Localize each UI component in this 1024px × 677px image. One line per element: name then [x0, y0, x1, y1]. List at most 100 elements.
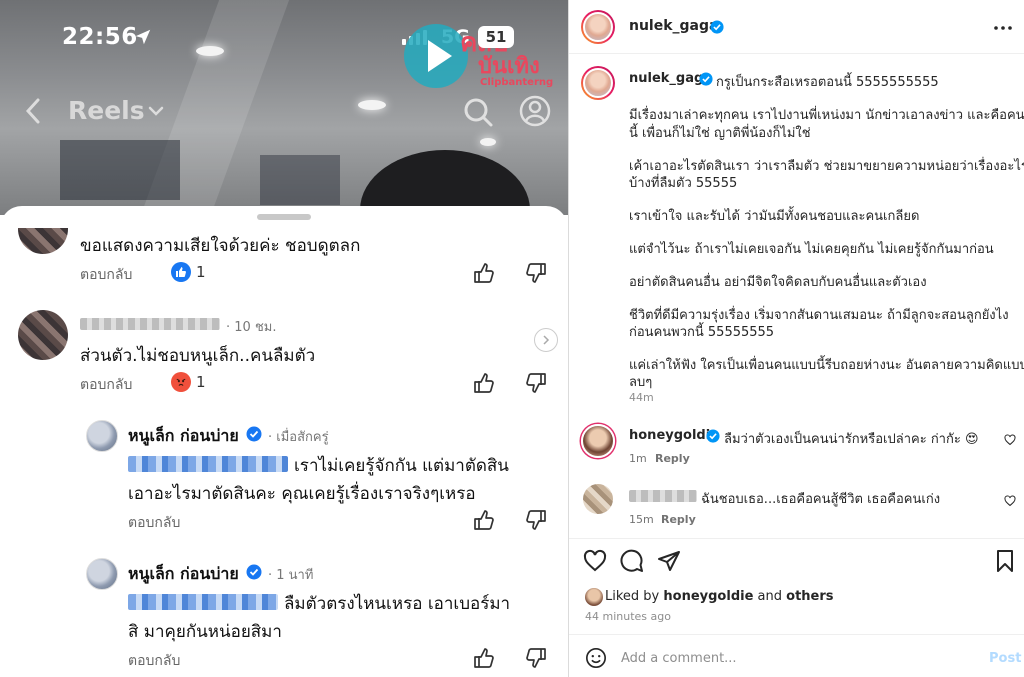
composer-divider: [569, 634, 1024, 635]
background-window: [60, 140, 180, 200]
reply-author[interactable]: หนูเล็ก ก่อนบ่าย: [128, 424, 239, 449]
commenter-avatar[interactable]: [583, 484, 613, 514]
reply-text-line: เอาอะไรมาตัดสินคะ คุณเคยรู้เรื่องเราจริง…: [128, 484, 476, 504]
liked-by-text: Liked by honeygoldie and others: [605, 589, 834, 604]
ceiling-light: [480, 138, 496, 146]
like-reaction-icon: [171, 262, 191, 282]
comment-text: ลืมว่าตัวเองเป็นคนน่ารักหรือเปล่าคะ ก่าก…: [724, 432, 979, 447]
reaction-count: 1: [196, 263, 206, 281]
comment-text: ขอแสดงความเสียใจด้วยค่ะ ชอบดูตลก: [80, 236, 361, 256]
author-username[interactable]: nulek_gaga: [629, 18, 718, 34]
chevron-down-icon[interactable]: [148, 104, 164, 118]
avatar[interactable]: [86, 420, 118, 452]
like-heart-icon[interactable]: [583, 549, 607, 573]
commenter-avatar[interactable]: [581, 424, 615, 458]
caption-line: อย่าตัดสินคนอื่น อย่ามีจิตใจคิดลบกับคนอื…: [629, 275, 927, 290]
location-arrow-icon: [135, 29, 151, 45]
reply-link[interactable]: ตอบกลับ: [128, 512, 180, 534]
thumbs-down-icon[interactable]: [524, 371, 548, 395]
caption-line: บ้างที่ลืมตัว 55555: [629, 176, 738, 191]
liked-by-avatar[interactable]: [585, 588, 603, 606]
avatar[interactable]: [86, 558, 118, 590]
search-icon[interactable]: [462, 96, 494, 128]
posted-time: 44 minutes ago: [585, 610, 671, 623]
comment-text: ส่วนตัว.ไม่ชอบหนูเล็ก..คนลืมตัว: [80, 346, 316, 366]
caption-line: แต่จำไว้นะ ถ้าเราไม่เคยเจอกัน ไม่เคยคุยก…: [629, 242, 994, 257]
verified-badge-icon: [699, 72, 713, 86]
thumbs-down-icon[interactable]: [524, 261, 548, 285]
instagram-post-panel: nulek_gaga nulek_gaga กรูเป็นกระสือเหรอต…: [568, 0, 1024, 677]
reels-title[interactable]: Reels: [68, 96, 145, 125]
heart-icon[interactable]: [1004, 434, 1016, 446]
verified-badge-icon: [246, 426, 262, 442]
reply-time: · เมื่อสักครู่: [268, 430, 329, 445]
caption-line: เราเข้าใจ และรับได้ ว่ามันมีทั้งคนชอบและ…: [629, 209, 920, 224]
verified-badge-icon: [710, 20, 724, 34]
blurred-mention: [128, 594, 278, 610]
reply-link[interactable]: ตอบกลับ: [128, 650, 180, 672]
status-time: 22:56: [62, 24, 138, 50]
author-avatar[interactable]: [581, 10, 615, 44]
blurred-username: [80, 318, 220, 330]
liked-by-prefix: Liked by: [605, 589, 664, 604]
caption-line: ก่อนคนพวกนี้ 55555555: [629, 325, 775, 340]
liked-by-user[interactable]: honeygoldie: [663, 589, 753, 604]
bookmark-icon[interactable]: [993, 549, 1017, 573]
blurred-mention: [128, 456, 288, 472]
watermark-subtitle: Clipbanterng: [480, 77, 554, 88]
reply-text-line: เราไม่เคยรู้จักกัน แต่มาตัดสิน: [294, 456, 509, 476]
post-comment-button[interactable]: Post: [989, 651, 1021, 666]
comment-reply-link[interactable]: Reply: [655, 452, 690, 465]
author-avatar[interactable]: [581, 66, 615, 100]
reply-text-line: ลืมตัวตรงไหนเหรอ เอาเบอร์มา: [284, 594, 511, 614]
liked-by-others[interactable]: others: [786, 589, 833, 604]
comment-time: 1m: [629, 452, 647, 465]
caption-line: นี้ เพื่อนก็ไม่ใช่ ญาติพี่น้องก็ไม่ใช่: [629, 126, 811, 141]
add-comment-input[interactable]: Add a comment...: [621, 651, 737, 666]
comments-sheet: ขอแสดงความเสียใจด้วยค่ะ ชอบดูตลก ตอบกลับ…: [0, 206, 568, 677]
comment-reply-link[interactable]: Reply: [661, 513, 696, 526]
comment-text: ฉันชอบเธอ...เธอคือคนสู้ชีวิต เธอคือคนเก่…: [701, 492, 941, 507]
liked-by-and: and: [753, 589, 787, 604]
comment-time: 15m: [629, 513, 654, 526]
thumbs-up-icon[interactable]: [472, 371, 496, 395]
thumbs-up-icon[interactable]: [472, 646, 496, 670]
caption-line: แค่เล่าให้ฟัง ใครเป็นเพื่อนคนแบบนี้รีบถอ…: [629, 358, 1024, 373]
thumbs-up-icon[interactable]: [472, 508, 496, 532]
thumbs-down-icon[interactable]: [524, 508, 548, 532]
back-chevron-icon[interactable]: [22, 96, 44, 126]
reaction-count: 1: [196, 373, 206, 391]
caption-first-line: กรูเป็นกระสือเหรอตอนนี้ 5555555555: [716, 75, 939, 90]
emoji-icon[interactable]: [585, 647, 607, 669]
heart-icon[interactable]: [1004, 495, 1016, 507]
profile-icon[interactable]: [518, 94, 552, 128]
reels-screenshot: 22:56 5G คลิป 51 บันเทิง Clipbanterng Re…: [0, 0, 568, 677]
comment-bubble-icon[interactable]: [620, 549, 644, 573]
reply-time: · 1 นาที: [268, 568, 314, 583]
angry-reaction-icon: [171, 372, 191, 392]
verified-badge-icon: [706, 429, 720, 443]
reply-link[interactable]: ตอบกลับ: [80, 374, 132, 396]
caption-time: 44m: [629, 391, 654, 404]
verified-badge-icon: [246, 564, 262, 580]
battery-level: 51: [478, 26, 514, 48]
ceiling-light: [358, 100, 386, 110]
blurred-username: [629, 490, 697, 502]
sheet-drag-handle[interactable]: [257, 214, 311, 220]
avatar[interactable]: [18, 228, 68, 254]
next-arrow-button[interactable]: [534, 328, 558, 352]
more-options-icon[interactable]: [993, 18, 1013, 38]
actions-divider: [569, 538, 1024, 539]
watermark-play-icon: [428, 40, 452, 72]
comment-time: · 10 ชม.: [226, 320, 277, 335]
ceiling-light: [196, 46, 224, 56]
reply-text-line: สิ มาคุยกันหน่อยสิมา: [128, 622, 282, 642]
header-divider: [569, 53, 1024, 54]
reply-link[interactable]: ตอบกลับ: [80, 264, 132, 286]
thumbs-up-icon[interactable]: [472, 261, 496, 285]
background-window: [260, 155, 340, 205]
avatar[interactable]: [18, 310, 68, 360]
reply-author[interactable]: หนูเล็ก ก่อนบ่าย: [128, 562, 239, 587]
share-paper-plane-icon[interactable]: [657, 549, 681, 573]
thumbs-down-icon[interactable]: [524, 646, 548, 670]
